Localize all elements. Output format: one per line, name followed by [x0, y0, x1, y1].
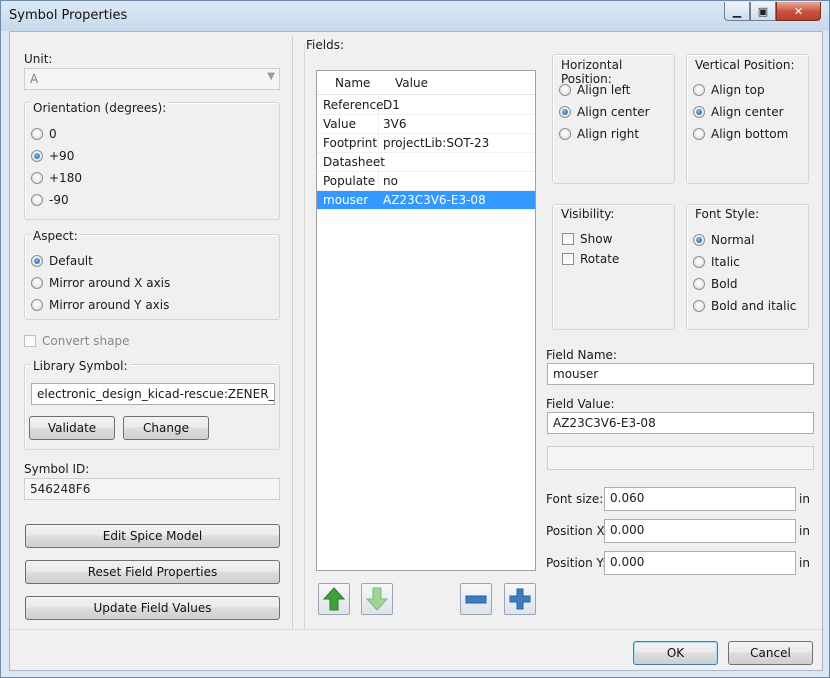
- convert-shape-checkbox[interactable]: Convert shape: [24, 334, 129, 348]
- symbol-id-field: 546248F6: [24, 478, 280, 500]
- horizontal-position-group: Horizontal Position: Align left Align ce…: [552, 54, 675, 184]
- library-symbol-group: Library Symbol: electronic_design_kicad-…: [24, 359, 280, 450]
- add-field-button[interactable]: [504, 583, 536, 615]
- align-center-v-radio[interactable]: Align center: [693, 105, 784, 119]
- font-bold-italic-radio[interactable]: Bold and italic: [693, 299, 796, 313]
- symbol-properties-window: Symbol Properties ▁ ▣ ✕ Unit: A ▼ Orient…: [0, 0, 830, 678]
- font-italic-radio[interactable]: Italic: [693, 255, 740, 269]
- orientation-0-radio[interactable]: 0: [31, 127, 57, 141]
- align-left-radio[interactable]: Align left: [559, 83, 630, 97]
- library-symbol-label: Library Symbol:: [31, 359, 130, 373]
- field-value-input[interactable]: AZ23C3V6-E3-08: [547, 412, 814, 434]
- fields-label: Fields:: [306, 38, 344, 52]
- move-down-button[interactable]: [361, 583, 393, 615]
- font-size-label: Font size:: [546, 492, 604, 506]
- position-x-label: Position X:: [546, 524, 609, 538]
- minimize-icon: ▁: [732, 4, 742, 18]
- visibility-group: Visibility: Show Rotate: [552, 204, 675, 330]
- plus-icon: [509, 588, 531, 610]
- symbol-id-label: Symbol ID:: [24, 462, 90, 476]
- close-button[interactable]: ✕: [776, 2, 821, 21]
- font-style-label: Font Style:: [693, 207, 762, 221]
- orientation-180-radio[interactable]: +180: [31, 171, 82, 185]
- align-right-radio[interactable]: Align right: [559, 127, 639, 141]
- maximize-icon: ▣: [757, 4, 769, 18]
- unit-value: A: [30, 72, 39, 86]
- field-value-preview: [547, 446, 814, 470]
- minimize-button[interactable]: ▁: [724, 2, 750, 21]
- font-size-unit: in: [799, 492, 810, 506]
- position-y-input[interactable]: 0.000: [604, 551, 796, 575]
- table-row[interactable]: Footprint projectLib:SOT-23: [317, 134, 535, 153]
- table-row[interactable]: Value 3V6: [317, 115, 535, 134]
- minus-icon: [465, 595, 487, 604]
- title-bar: Symbol Properties ▁ ▣ ✕: [1, 1, 829, 31]
- field-value-label: Field Value:: [546, 397, 615, 411]
- orientation-group: Orientation (degrees): 0 +90 +180 -90: [24, 101, 280, 220]
- column-header-name: Name: [335, 76, 371, 90]
- dialog-body: Unit: A ▼ Orientation (degrees): 0 +90 +…: [9, 31, 823, 671]
- remove-field-button[interactable]: [460, 583, 492, 615]
- window-title: Symbol Properties: [9, 8, 128, 23]
- fields-table[interactable]: Name Value Reference D1 Value 3V6 Footprin…: [316, 70, 536, 571]
- arrow-up-icon: [323, 587, 345, 611]
- font-normal-radio[interactable]: Normal: [693, 233, 754, 247]
- field-name-label: Field Name:: [546, 348, 617, 362]
- aspect-mirror-y-radio[interactable]: Mirror around Y axis: [31, 298, 169, 312]
- font-size-input[interactable]: 0.060: [604, 487, 796, 511]
- reset-field-properties-button[interactable]: Reset Field Properties: [25, 560, 280, 584]
- vertical-position-group: Vertical Position: Align top Align cente…: [686, 54, 809, 184]
- arrow-down-icon: [366, 587, 388, 611]
- aspect-group: Aspect: Default Mirror around X axis Mir…: [24, 229, 280, 320]
- position-x-unit: in: [799, 524, 810, 538]
- fields-table-header: Name Value: [317, 71, 535, 95]
- chevron-down-icon: ▼: [267, 71, 275, 82]
- horizontal-position-label: Horizontal Position:: [559, 58, 674, 86]
- edit-spice-model-button[interactable]: Edit Spice Model: [25, 524, 280, 548]
- close-icon: ✕: [793, 4, 804, 18]
- position-x-input[interactable]: 0.000: [604, 519, 796, 543]
- orientation-neg90-radio[interactable]: -90: [31, 193, 69, 207]
- orientation-90-radio[interactable]: +90: [31, 149, 74, 163]
- vertical-position-label: Vertical Position:: [693, 58, 797, 72]
- library-symbol-input[interactable]: electronic_design_kicad-rescue:ZENER_DUA…: [31, 383, 275, 405]
- cancel-button[interactable]: Cancel: [728, 641, 813, 665]
- change-button[interactable]: Change: [123, 416, 209, 440]
- orientation-label: Orientation (degrees):: [31, 101, 169, 115]
- update-field-values-button[interactable]: Update Field Values: [25, 596, 280, 620]
- unit-select[interactable]: A ▼: [24, 68, 280, 90]
- show-checkbox[interactable]: Show: [562, 232, 612, 246]
- align-top-radio[interactable]: Align top: [693, 83, 765, 97]
- font-bold-radio[interactable]: Bold: [693, 277, 738, 291]
- field-name-input[interactable]: mouser: [547, 363, 814, 385]
- move-up-button[interactable]: [318, 583, 350, 615]
- aspect-label: Aspect:: [31, 229, 80, 243]
- rotate-checkbox[interactable]: Rotate: [562, 252, 619, 266]
- align-center-h-radio[interactable]: Align center: [559, 105, 650, 119]
- align-bottom-radio[interactable]: Align bottom: [693, 127, 788, 141]
- position-y-unit: in: [799, 556, 810, 570]
- table-row[interactable]: Datasheet: [317, 153, 535, 172]
- divider: [292, 36, 293, 630]
- maximize-button[interactable]: ▣: [750, 2, 776, 21]
- validate-button[interactable]: Validate: [29, 416, 115, 440]
- visibility-label: Visibility:: [559, 207, 617, 221]
- fields-group-border: [304, 44, 305, 630]
- footer-divider: [10, 629, 822, 630]
- aspect-mirror-x-radio[interactable]: Mirror around X axis: [31, 276, 170, 290]
- ok-button[interactable]: OK: [633, 641, 718, 665]
- font-style-group: Font Style: Normal Italic Bold Bold and …: [686, 204, 809, 330]
- table-row[interactable]: Reference D1: [317, 96, 535, 115]
- column-header-value: Value: [395, 76, 428, 90]
- aspect-default-radio[interactable]: Default: [31, 254, 93, 268]
- unit-label: Unit:: [24, 52, 53, 66]
- table-row-selected[interactable]: mouser AZ23C3V6-E3-08: [317, 191, 535, 210]
- position-y-label: Position Y:: [546, 556, 607, 570]
- table-row[interactable]: Populate no: [317, 172, 535, 191]
